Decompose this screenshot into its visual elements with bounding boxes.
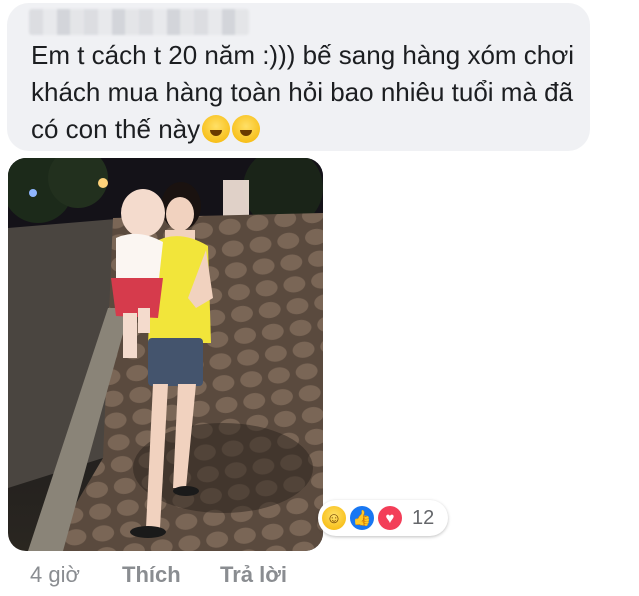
laughing-tears-emoji-icon [202, 115, 231, 143]
comment-body: Em t cách t 20 năm :))) bế sang hàng xóm… [31, 40, 575, 144]
comment-timestamp[interactable]: 4 giờ [30, 562, 80, 588]
blurred-author-name [29, 9, 249, 35]
comment-text: Em t cách t 20 năm :))) bế sang hàng xóm… [31, 37, 591, 148]
reaction-count: 12 [412, 507, 435, 529]
comment-actions: 4 giờ Thích Trả lời [0, 562, 639, 592]
comment-bubble: Em t cách t 20 năm :))) bế sang hàng xóm… [7, 3, 590, 151]
like-reaction-icon: 👍 [348, 504, 376, 532]
attached-photo[interactable] [8, 158, 323, 551]
like-button[interactable]: Thích [122, 562, 181, 588]
haha-reaction-icon: ☺ [320, 504, 348, 532]
reaction-summary[interactable]: ☺ 👍 ♥ 12 [318, 500, 448, 536]
love-reaction-icon: ♥ [376, 504, 404, 532]
reply-button[interactable]: Trả lời [220, 562, 287, 588]
laughing-tears-emoji-icon [232, 115, 261, 143]
